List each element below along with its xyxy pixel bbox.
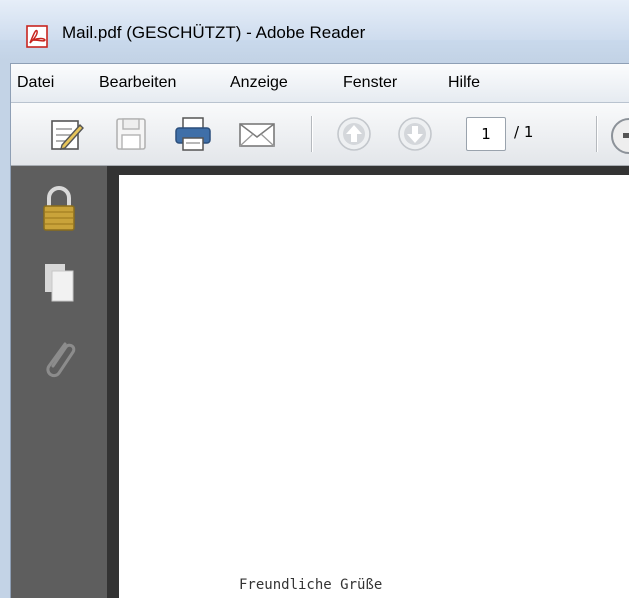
- menu-bar: Datei Bearbeiten Anzeige Fenster Hilfe: [11, 64, 629, 103]
- document-view[interactable]: Freundliche Grüße: [108, 166, 629, 598]
- app-window: Mail.pdf (GESCHÜTZT) - Adobe Reader Date…: [0, 0, 629, 598]
- navigation-pane: [11, 166, 108, 598]
- menu-fenster[interactable]: Fenster: [343, 74, 397, 92]
- toolbar-separator: [311, 116, 312, 152]
- page-number-input[interactable]: 1: [466, 117, 506, 151]
- lock-icon[interactable]: [35, 184, 83, 234]
- next-page-icon[interactable]: [395, 115, 435, 153]
- pdf-page: Freundliche Grüße: [119, 175, 629, 598]
- previous-page-icon[interactable]: [334, 115, 374, 153]
- document-text-line: Freundliche Grüße: [239, 577, 383, 593]
- window-title: Mail.pdf (GESCHÜTZT) - Adobe Reader: [62, 23, 366, 42]
- toolbar-separator: [596, 116, 597, 152]
- edit-document-icon[interactable]: [46, 115, 86, 153]
- title-bar[interactable]: Mail.pdf (GESCHÜTZT) - Adobe Reader: [0, 0, 629, 48]
- menu-bearbeiten[interactable]: Bearbeiten: [99, 74, 176, 92]
- menu-anzeige[interactable]: Anzeige: [230, 74, 288, 92]
- page-total-label: / 1: [514, 123, 534, 141]
- page-thumbnails-icon[interactable]: [35, 258, 83, 308]
- save-icon[interactable]: [111, 115, 151, 153]
- toolbar: 1 / 1: [11, 103, 629, 166]
- email-icon[interactable]: [237, 115, 277, 153]
- client-area: Datei Bearbeiten Anzeige Fenster Hilfe 1…: [10, 63, 629, 598]
- pdf-app-icon: [26, 25, 48, 48]
- print-icon[interactable]: [173, 115, 213, 153]
- zoom-out-icon[interactable]: [611, 118, 629, 154]
- attachments-icon[interactable]: [35, 336, 83, 386]
- menu-datei[interactable]: Datei: [17, 74, 54, 92]
- menu-hilfe[interactable]: Hilfe: [448, 74, 480, 92]
